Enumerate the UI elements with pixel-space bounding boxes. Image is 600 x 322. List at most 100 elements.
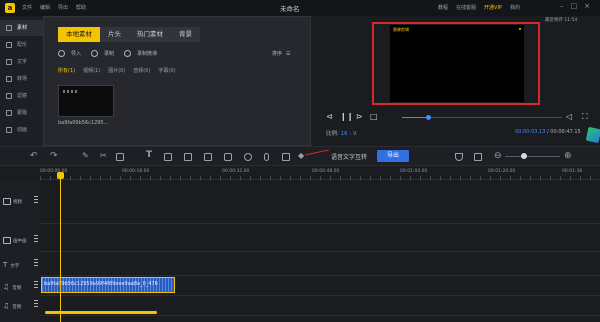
split-icon[interactable]: ✂ <box>100 151 107 160</box>
player-controls: ⊲ ❙❙ ⊳ □ ◁ ⛶ <box>326 112 596 122</box>
tab-background[interactable]: 背景 <box>171 27 200 42</box>
nav-item-mask[interactable]: 蒙版 <box>0 105 43 121</box>
nav-item-text[interactable]: 文字 <box>0 54 43 70</box>
window-controls: – □ × <box>560 2 590 10</box>
playhead-line[interactable] <box>60 175 61 322</box>
playhead-handle[interactable] <box>57 172 64 179</box>
nav-item-music[interactable]: 配乐 <box>0 37 43 53</box>
tab-intro[interactable]: 片头 <box>100 27 129 42</box>
visibility-icon[interactable] <box>34 235 38 243</box>
voice-convert-icon[interactable]: ◆ <box>298 151 304 160</box>
media-toolrow: 导入 录制 录制微课 <box>58 50 157 57</box>
customer-service-link[interactable]: 在线客服 <box>456 4 476 11</box>
timeline-ruler[interactable]: 00:00:00.00 00:00:16.00 00:00:32.00 00:0… <box>40 166 600 180</box>
track-video[interactable] <box>40 181 600 224</box>
ratio-label: 比例: <box>326 131 339 137</box>
delete-icon[interactable] <box>116 153 124 161</box>
nav-item-material[interactable]: 素材 <box>0 20 43 36</box>
nav-item-transition[interactable]: 转场 <box>0 71 43 87</box>
rotate-icon[interactable] <box>184 153 192 161</box>
video-preview-frame: 蜜蜂剪辑 <box>372 22 540 105</box>
volume-icon[interactable]: ◁ <box>566 112 572 121</box>
fullscreen-icon[interactable]: ⛶ <box>582 112 588 122</box>
ruler-label: 00:00:32.00 <box>222 169 250 174</box>
video-canvas[interactable]: 蜜蜂剪辑 <box>390 25 524 102</box>
tutorial-link[interactable]: 教程 <box>438 4 448 11</box>
track-label-text: 画中画 <box>13 239 27 244</box>
nav-item-animation[interactable]: 动画 <box>0 122 43 138</box>
track-text[interactable] <box>40 252 600 276</box>
time-display: 00:00:03.13 / 00:00:47.15 <box>515 129 581 135</box>
mosaic-icon[interactable] <box>204 153 212 161</box>
redo-icon[interactable]: ↷ <box>50 151 58 161</box>
undo-icon[interactable]: ↶ <box>30 151 38 161</box>
visibility-icon[interactable] <box>34 196 38 204</box>
tab-local-material[interactable]: 本地素材 <box>58 27 100 42</box>
main-menu: 文件 编辑 导出 帮助 <box>22 4 86 11</box>
audio-clip[interactable]: ba9fa09b56c12959a99f4f89eee9aa8a_0_476 <box>41 277 175 293</box>
speed-icon[interactable] <box>224 153 232 161</box>
project-title: 未命名 <box>280 5 300 13</box>
record-lesson-button[interactable]: 录制微课 <box>137 50 157 57</box>
record-lesson-icon[interactable] <box>124 50 132 57</box>
floating-widget-icon[interactable] <box>585 126 600 144</box>
visibility-icon[interactable] <box>34 281 38 289</box>
visibility-icon[interactable] <box>34 300 38 308</box>
rewind-icon[interactable]: ⊲ <box>326 112 333 121</box>
menu-edit[interactable]: 编辑 <box>40 4 50 11</box>
nav-label: 文字 <box>17 59 28 65</box>
edit-pencil-icon[interactable]: ✎ <box>82 151 89 160</box>
filter-audio[interactable]: 音频(0) <box>133 67 150 74</box>
zoom-in-icon[interactable]: ⊕ <box>564 151 572 161</box>
import-button[interactable]: 导入 <box>71 50 81 57</box>
filter-subtitle[interactable]: 字幕(0) <box>158 67 175 74</box>
filter-image[interactable]: 图片(0) <box>108 67 125 74</box>
menu-help[interactable]: 帮助 <box>76 4 86 11</box>
zoom-out-icon[interactable]: ⊖ <box>494 151 502 161</box>
pause-icon[interactable]: ❙❙ <box>340 112 353 121</box>
microphone-icon[interactable] <box>264 153 269 161</box>
media-filters: 所有(1) 视频(1) 图片(0) 音频(0) 字幕(0) <box>58 67 175 74</box>
shield-icon[interactable] <box>455 153 463 161</box>
text-icon <box>6 59 12 65</box>
sort-control[interactable]: 排序 ☰ <box>272 50 291 58</box>
zoom-slider[interactable] <box>505 156 560 157</box>
vip-button[interactable]: 开通VIP <box>484 4 502 11</box>
record-icon[interactable] <box>91 50 99 57</box>
minimize-icon[interactable]: – <box>560 2 564 10</box>
playback-progress[interactable] <box>402 115 562 120</box>
visibility-icon[interactable] <box>34 259 38 267</box>
text-tool-icon[interactable]: T <box>146 150 152 160</box>
menu-file[interactable]: 文件 <box>22 4 32 11</box>
filter-video[interactable]: 视频(1) <box>83 67 100 74</box>
track-label-audio-2: ♫ 音频 <box>3 302 21 310</box>
user-menu[interactable]: 我的 <box>510 4 520 11</box>
freeze-frame-icon[interactable] <box>282 153 290 161</box>
top-right-menu: 教程 在线客服 开通VIP 我的 <box>438 4 520 11</box>
forward-icon[interactable]: ⊳ <box>356 112 363 121</box>
close-icon[interactable]: × <box>584 2 590 10</box>
filter-all[interactable]: 所有(1) <box>58 67 75 74</box>
crop-icon[interactable] <box>164 153 172 161</box>
menu-export[interactable]: 导出 <box>58 4 68 11</box>
maximize-icon[interactable]: □ <box>571 2 578 10</box>
track-pip[interactable] <box>40 224 600 252</box>
export-button[interactable]: 导出 <box>377 150 409 162</box>
record-button[interactable]: 录制 <box>104 50 114 57</box>
tab-hot-material[interactable]: 热门素材 <box>129 27 171 42</box>
transition-icon <box>6 76 12 82</box>
clock-icon[interactable] <box>244 153 252 161</box>
track-label-text: 音频 <box>12 305 22 310</box>
fit-icon[interactable] <box>474 153 482 161</box>
timeline-scrollbar[interactable] <box>45 311 157 314</box>
nav-label: 滤镜 <box>17 93 28 99</box>
track-label-text-track: T 文字 <box>3 261 19 269</box>
import-icon[interactable] <box>58 50 65 57</box>
media-thumbnail[interactable] <box>58 85 114 117</box>
playback-knob[interactable] <box>425 115 431 120</box>
aspect-ratio[interactable]: 比例: 16 : 9 <box>326 129 356 137</box>
ruler-label: 00:00:48.00 <box>312 169 340 174</box>
stop-icon[interactable]: □ <box>370 112 378 121</box>
voice-to-text-button[interactable]: 语音文字互转 <box>331 152 367 161</box>
nav-item-filter[interactable]: 滤镜 <box>0 88 43 104</box>
